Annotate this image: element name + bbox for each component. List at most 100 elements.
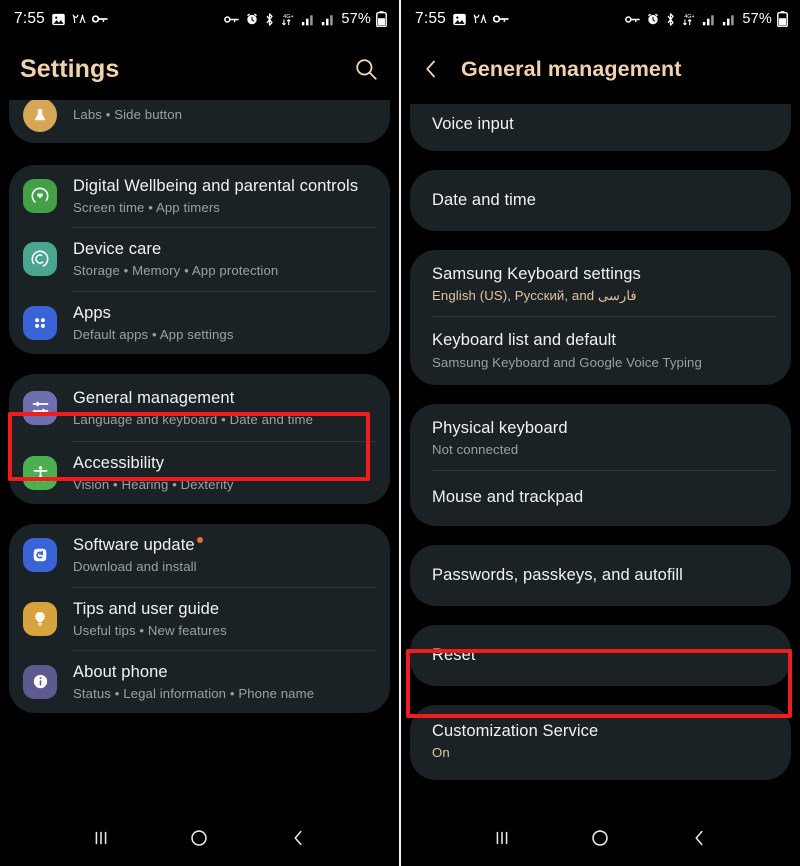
home-button[interactable]	[580, 818, 620, 858]
list-item-label: Tips and user guide	[73, 599, 220, 618]
signal-bars-icon	[301, 13, 316, 26]
list-item-texts: Samsung Keyboard settings English (US), …	[432, 264, 641, 304]
list-item-passwords-passkeys-autofill[interactable]: Passwords, passkeys, and autofill	[410, 545, 791, 606]
list-item-physical-keyboard[interactable]: Physical keyboard Not connected	[410, 404, 791, 470]
home-icon	[191, 830, 208, 846]
list-item-texts: Apps Default apps • App settings	[73, 303, 234, 343]
list-item-sub: Not connected	[432, 441, 519, 457]
list-item-label: Physical keyboard	[432, 418, 568, 437]
home-icon	[592, 830, 609, 846]
device-care-icon	[23, 242, 57, 277]
list-item-texts: Tips and user guide Useful tips • New fe…	[73, 599, 227, 639]
list-item-label: Passwords, passkeys, and autofill	[432, 566, 683, 585]
home-button[interactable]	[179, 818, 219, 858]
list-item-sub: Storage • Memory • App protection	[73, 263, 279, 279]
list-item-texts: Date and time	[432, 190, 536, 211]
battery-icon	[376, 11, 387, 27]
list-item-tips[interactable]: Tips and user guide Useful tips • New fe…	[9, 588, 390, 650]
back-button[interactable]	[679, 818, 719, 858]
list-item-label: About phone	[73, 662, 168, 681]
bluetooth-icon	[264, 12, 275, 27]
back-button[interactable]	[278, 818, 318, 858]
header-back-button[interactable]	[415, 53, 447, 85]
list-item-texts: Voice input	[432, 114, 514, 135]
vpn-key-icon	[625, 14, 641, 25]
list-item-label: Digital Wellbeing and parental controls	[73, 177, 359, 195]
list-item-voice-input[interactable]: Voice input	[410, 104, 791, 151]
list-item-device-care[interactable]: Device care Storage • Memory • App prote…	[9, 228, 390, 290]
list-item-software-update[interactable]: Software update Download and install	[9, 524, 390, 586]
right-phone-screen: 7:55 ٢٨ 4G+ 57% General management Voice…	[399, 0, 800, 866]
list-item-about-phone[interactable]: About phone Status • Legal information •…	[9, 651, 390, 713]
wellbeing-icon	[23, 179, 57, 214]
list-item-keyboard-list-and-default[interactable]: Keyboard list and default Samsung Keyboa…	[410, 317, 791, 384]
left-header: Settings	[0, 38, 399, 100]
list-item-label: Accessibility	[73, 454, 165, 473]
status-arabic-count: ٢٨	[71, 11, 86, 26]
update-badge-dot	[196, 537, 203, 544]
list-item-sub: Screen time • App timers	[73, 200, 221, 216]
list-item-digital-wellbeing[interactable]: Digital Wellbeing and parental controls …	[9, 165, 390, 227]
back-icon	[695, 830, 703, 846]
list-item-label: Keyboard list and default	[432, 331, 617, 350]
list-item-accessibility[interactable]: Accessibility Vision • Hearing • Dexteri…	[9, 442, 390, 504]
list-item-texts: Software update Download and install	[73, 535, 203, 575]
status-bar-left: 7:55 ٢٨ 4G+ 57%	[0, 0, 399, 38]
list-item-texts: General management Language and keyboard…	[73, 388, 313, 428]
list-item-texts: Labs • Side button	[73, 106, 182, 123]
list-item-texts: Digital Wellbeing and parental controls …	[73, 176, 358, 216]
battery-percent: 57%	[742, 11, 772, 27]
list-item-label: Apps	[73, 303, 112, 322]
list-item-texts: Keyboard list and default Samsung Keyboa…	[432, 330, 702, 370]
left-phone-screen: 7:55 ٢٨ 4G+ 57% Settings Labs • Side but…	[0, 0, 399, 866]
status-time: 7:55	[415, 10, 446, 27]
list-item-apps[interactable]: Apps Default apps • App settings	[9, 292, 390, 354]
dual-screenshot: 7:55 ٢٨ 4G+ 57% Settings Labs • Side but…	[0, 0, 800, 866]
list-item-samsung-keyboard-settings[interactable]: Samsung Keyboard settings English (US), …	[410, 250, 791, 316]
settings-group-voice-input: Voice input	[410, 104, 791, 152]
signal-bars-2-icon	[722, 13, 737, 26]
list-item-sub: English (US), Русский, and فارسی	[432, 288, 637, 304]
battery-icon	[777, 11, 788, 27]
recents-button[interactable]	[482, 818, 522, 858]
settings-group-labs: Labs • Side button	[9, 100, 390, 143]
list-item-texts: Device care Storage • Memory • App prote…	[73, 239, 278, 279]
list-item-label: Software update	[73, 536, 195, 555]
list-item-sub: Labs • Side button	[73, 107, 183, 123]
left-settings-list[interactable]: Labs • Side button Digital Wellbeing and…	[0, 100, 399, 810]
bluetooth-icon	[665, 12, 676, 27]
list-item-reset[interactable]: Reset	[410, 625, 791, 686]
vpn-key-icon	[224, 14, 240, 25]
list-item-texts: Mouse and trackpad	[432, 487, 583, 508]
alarm-icon	[646, 12, 660, 26]
settings-group-customization-service: Customization Service On	[410, 705, 791, 780]
image-icon	[452, 12, 467, 27]
list-item[interactable]: Labs • Side button	[9, 100, 390, 143]
status-bar-right: 7:55 ٢٨ 4G+ 57%	[401, 0, 800, 38]
settings-group-reset: Reset	[410, 625, 791, 687]
accessibility-icon	[23, 456, 57, 491]
lightbulb-icon	[23, 601, 57, 636]
list-item-label: General management	[73, 388, 235, 407]
data-transfer-4g-icon: 4G+	[681, 12, 697, 27]
list-item-customization-service[interactable]: Customization Service On	[410, 705, 791, 779]
recents-button[interactable]	[81, 818, 121, 858]
svg-text:4G+: 4G+	[284, 14, 294, 20]
search-button[interactable]	[349, 52, 383, 86]
list-item-general-management[interactable]: General management Language and keyboard…	[9, 374, 390, 441]
sliders-icon	[23, 390, 57, 425]
info-icon	[23, 664, 57, 699]
list-item-sub: Download and install	[73, 559, 197, 575]
general-management-list[interactable]: Voice input Date and time Samsung Keyboa…	[401, 104, 800, 810]
settings-group-keyboard: Samsung Keyboard settings English (US), …	[410, 250, 791, 385]
list-item-label: Reset	[432, 646, 476, 665]
list-item-label-wrap: Software update	[73, 535, 203, 556]
sim-key-icon	[492, 13, 510, 25]
back-chevron-icon	[419, 57, 443, 81]
list-item-texts: About phone Status • Legal information •…	[73, 662, 314, 702]
settings-group-date-time: Date and time	[410, 170, 791, 232]
list-item-date-and-time[interactable]: Date and time	[410, 170, 791, 231]
list-item-mouse-and-trackpad[interactable]: Mouse and trackpad	[410, 471, 791, 526]
apps-icon	[23, 305, 57, 340]
list-item-label: Customization Service	[432, 722, 599, 741]
